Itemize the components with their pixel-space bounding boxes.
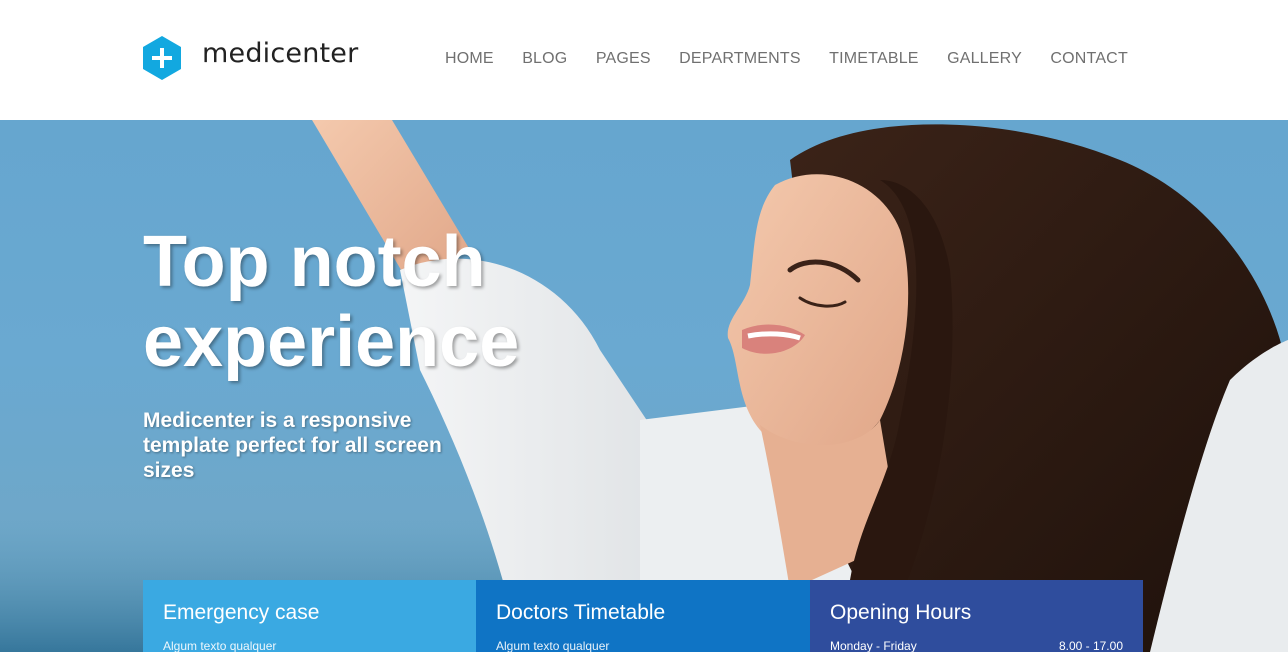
logo-text: medicenter xyxy=(202,37,359,69)
box-title: Opening Hours xyxy=(830,601,972,624)
box-text: Algum texto qualquer xyxy=(163,639,277,652)
nav-pages[interactable]: PAGES xyxy=(596,50,651,68)
hero-subtitle: Medicenter is a responsive template perf… xyxy=(143,409,442,482)
main-nav: HOME BLOG PAGES DEPARTMENTS TIMETABLE GA… xyxy=(445,50,1128,68)
box-title: Emergency case xyxy=(163,601,320,624)
nav-blog[interactable]: BLOG xyxy=(522,50,567,68)
box-title: Doctors Timetable xyxy=(496,601,666,624)
opening-hours-box[interactable]: Opening Hours Monday - Friday 8.00 - 17.… xyxy=(810,580,1143,652)
feature-boxes: Emergency case Algum texto qualquer Doct… xyxy=(143,580,1143,652)
nav-gallery[interactable]: GALLERY xyxy=(947,50,1022,68)
hero-title-line2: experience xyxy=(143,302,520,382)
hours-time: 8.00 - 17.00 xyxy=(1058,639,1123,652)
logo-hexagon-icon xyxy=(143,36,181,80)
hours-row: Monday - Friday 8.00 - 17.00 xyxy=(830,638,1123,652)
site-header: medicenter HOME BLOG PAGES DEPARTMENTS T… xyxy=(0,0,1288,120)
hero-slider: Top notch experience Medicenter is a res… xyxy=(0,120,1288,652)
hours-day: Monday - Friday xyxy=(830,639,917,652)
hero-image xyxy=(0,120,1288,652)
doctors-timetable-box[interactable]: Doctors Timetable Algum texto qualquer xyxy=(476,580,810,652)
hero-title: Top notch experience xyxy=(143,222,663,382)
hero-title-line1: Top notch xyxy=(143,222,486,302)
nav-home[interactable]: HOME xyxy=(445,50,494,68)
logo[interactable]: medicenter xyxy=(143,36,358,80)
box-text: Algum texto qualquer xyxy=(496,639,610,652)
emergency-case-box[interactable]: Emergency case Algum texto qualquer xyxy=(143,580,476,652)
nav-contact[interactable]: CONTACT xyxy=(1050,50,1128,68)
nav-timetable[interactable]: TIMETABLE xyxy=(829,50,919,68)
nav-departments[interactable]: DEPARTMENTS xyxy=(679,50,801,68)
